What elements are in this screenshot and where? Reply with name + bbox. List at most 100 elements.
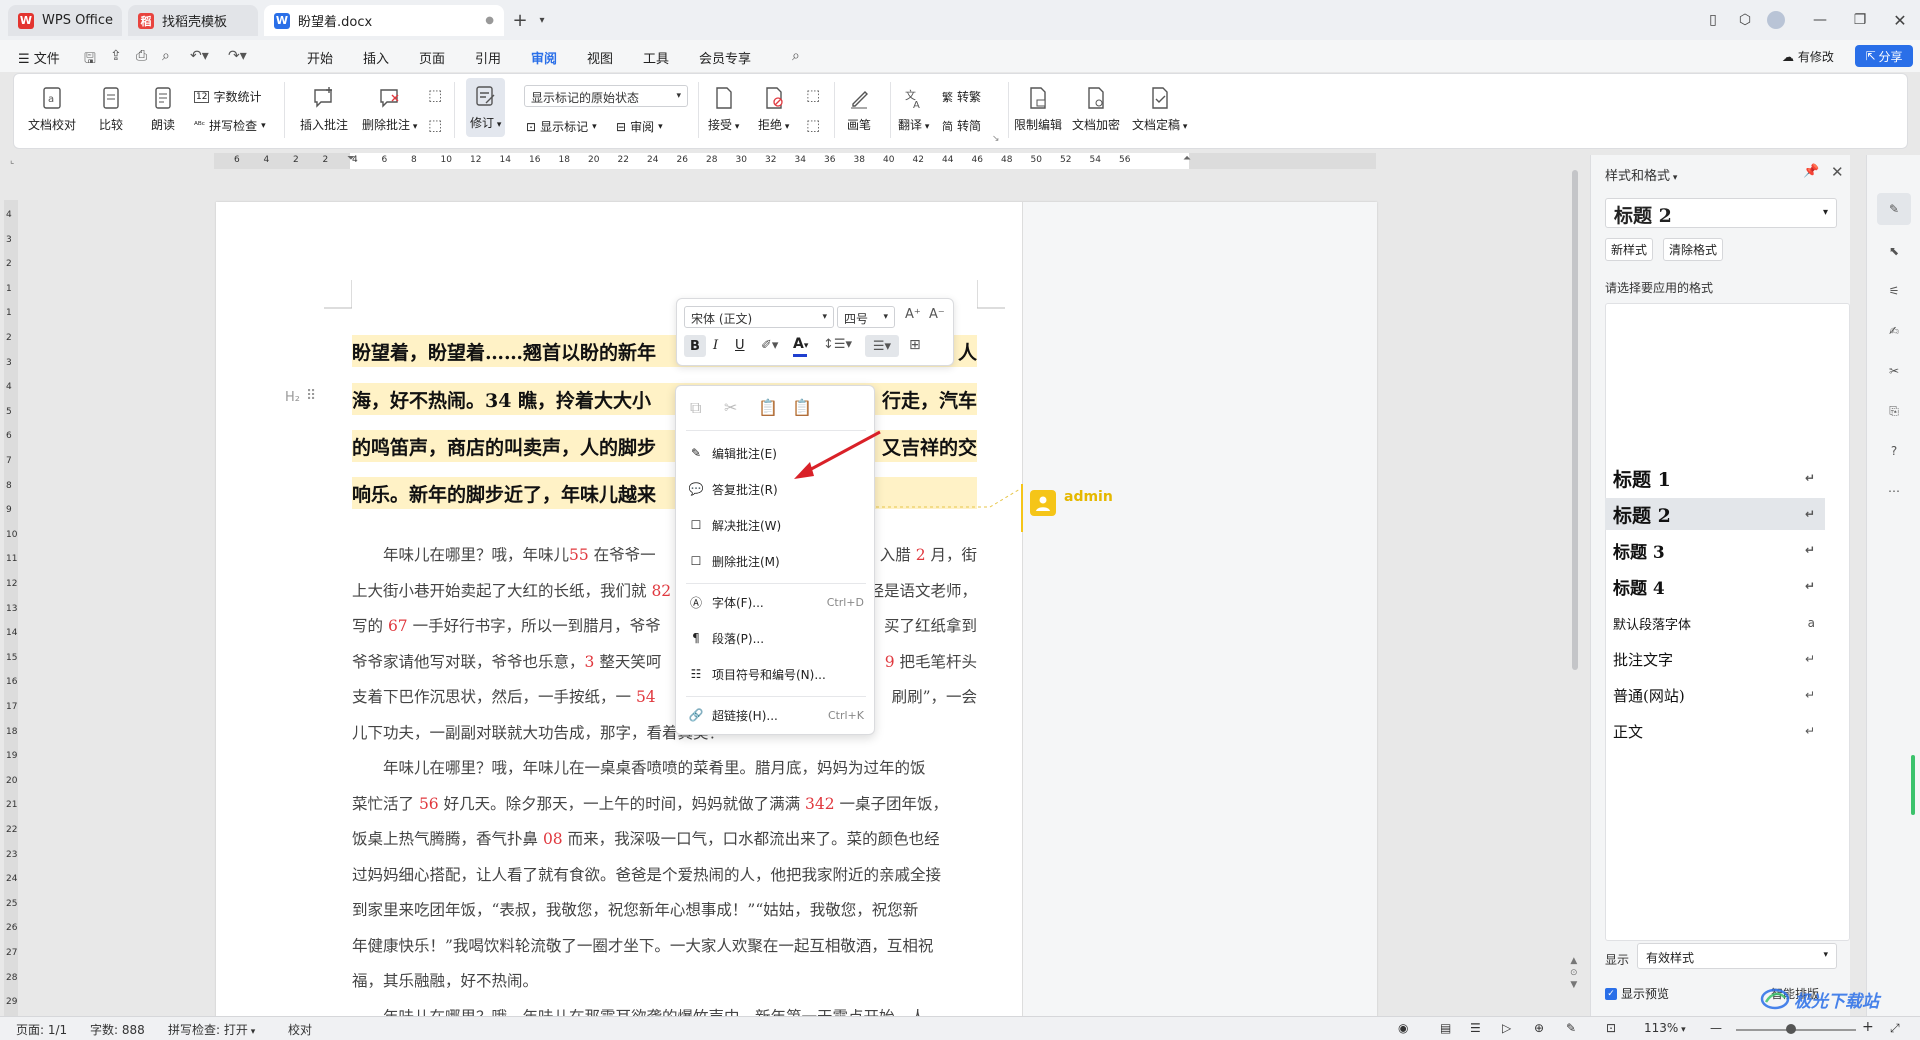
edit-doc-icon[interactable]: ✍	[1884, 321, 1904, 341]
menu-review[interactable]: 审阅	[531, 48, 557, 67]
to-simplified-button[interactable]: 简转简	[942, 117, 981, 134]
tools-icon[interactable]: ✂	[1884, 361, 1904, 381]
read-aloud-button[interactable]: 朗读	[150, 84, 176, 133]
select-cursor-icon[interactable]: ⬉	[1884, 241, 1904, 261]
modified-indicator[interactable]: ☁ 有修改	[1782, 48, 1834, 65]
body-text-line[interactable]: 饭桌上热气腾腾，香气扑鼻 08 而来，我深吸一口气，口水都流出来了。菜的颜色也经	[352, 827, 940, 849]
zoom-slider-thumb[interactable]	[1786, 1024, 1796, 1034]
unsaved-dot-icon[interactable]: ●	[485, 15, 494, 26]
menu-tools[interactable]: 工具	[643, 48, 669, 67]
finalize-button[interactable]: 文档定稿 ▾	[1132, 84, 1187, 133]
print-preview-icon[interactable]: ⌕	[162, 48, 170, 64]
body-text-line[interactable]: 年味儿在哪里？哦，年味儿55 在爷爷一	[352, 543, 656, 565]
style-item[interactable]: 正文 ↵	[1605, 715, 1825, 747]
grow-font-button[interactable]: A⁺	[905, 307, 921, 322]
context-menu-item[interactable]: ☷ 项目符号和编号(N)...	[684, 661, 868, 687]
search-icon[interactable]: ⌕	[792, 48, 800, 64]
print-icon[interactable]: ⎙	[136, 48, 147, 64]
spell-check-status[interactable]: 拼写检查: 打开 ▾	[168, 1021, 255, 1038]
undo-icon[interactable]: ↶▾	[190, 48, 209, 64]
more-icon[interactable]: ⋯	[1884, 481, 1904, 501]
fullscreen-icon[interactable]: ⤢	[1890, 1021, 1900, 1036]
menu-member[interactable]: 会员专享	[699, 48, 751, 67]
doc-check-button[interactable]: a 文档校对	[28, 84, 76, 133]
ruler-corner-icon[interactable]: ⌞	[10, 156, 20, 166]
new-style-button[interactable]: 新样式	[1605, 238, 1654, 261]
layout-icon[interactable]: ▯	[1703, 10, 1723, 30]
menu-file[interactable]: ☰ 文件	[18, 48, 60, 67]
minimize-icon[interactable]: —	[1810, 10, 1830, 30]
next-change-icon[interactable]: ⬚	[806, 116, 820, 134]
comment-author-name[interactable]: admin	[1064, 489, 1113, 505]
heading-line-left[interactable]: 的鸣笛声，商店的叫卖声，人的脚步	[352, 433, 656, 460]
body-text-line-right[interactable]: 9 把毛笔杆头	[885, 650, 977, 672]
body-text-line-right[interactable]: 买了红纸拿到	[884, 614, 977, 636]
tab-document[interactable]: W 盼望着.docx ●	[264, 5, 504, 36]
drag-handle-icon[interactable]: ⠿	[306, 388, 316, 404]
paste-special-icon[interactable]: 📋	[792, 398, 812, 417]
prev-comment-icon[interactable]: ⬚	[428, 86, 442, 104]
restrict-edit-button[interactable]: 限制编辑	[1014, 84, 1062, 133]
translate-button[interactable]: 文A 翻译 ▾	[898, 84, 929, 133]
italic-button[interactable]: I	[713, 338, 718, 353]
next-comment-icon[interactable]: ⬚	[428, 116, 442, 134]
font-size-select[interactable]: 四号 ▾	[837, 306, 895, 328]
show-markup-button[interactable]: ⊡ 显示标记 ▾	[526, 118, 597, 135]
context-menu-item[interactable]: ☐ 解决批注(W)	[684, 512, 868, 538]
dialog-launcher-icon[interactable]: ↘	[992, 134, 1000, 144]
body-text-line[interactable]: 年健康快乐！”我喝饮料轮流敬了一圈才坐下。一大家人欢聚在一起互相敬酒，互相祝	[352, 934, 933, 956]
heading-line-right[interactable]: 人	[958, 338, 977, 365]
underline-button[interactable]: U	[735, 338, 745, 353]
context-menu-item[interactable]: ¶ 段落(P)...	[684, 625, 868, 651]
style-item[interactable]: 标题 1 ↵	[1605, 462, 1825, 494]
body-text-line[interactable]: 菜忙活了 56 好几天。除夕那天，一上午的时间，妈妈就做了满满 342 一桌子团…	[352, 792, 948, 814]
right-indent-marker-icon[interactable]: ⏶	[1183, 153, 1191, 164]
adjust-icon[interactable]: ⚟	[1884, 281, 1904, 301]
body-text-line[interactable]: 爷爷家请他写对联，爷爷也乐意，3 整天笑呵	[352, 650, 661, 672]
highlight-color-icon[interactable]: ✐▾	[761, 338, 778, 353]
context-menu-item[interactable]: 🔗 超链接(H)... Ctrl+K	[684, 702, 868, 728]
share-button[interactable]: ⇱ 分享	[1855, 45, 1913, 67]
body-text-line[interactable]: 支着下巴作沉思状，然后，一手按纸，一 54	[352, 685, 656, 707]
insert-comment-button[interactable]: 插入批注	[300, 84, 348, 133]
format-painter-icon[interactable]: ⊞	[909, 337, 921, 353]
compare-button[interactable]: 比较	[98, 84, 124, 133]
font-color-button[interactable]: A▾	[793, 336, 808, 352]
web-view-icon[interactable]: ⊕	[1534, 1021, 1544, 1035]
body-text-line[interactable]: 写的 67 一手好行书字，所以一到腊月，爷爷	[352, 614, 661, 636]
pen-mode-icon[interactable]: ✎	[1566, 1021, 1576, 1035]
comment-author-avatar[interactable]	[1030, 490, 1056, 516]
body-text-line[interactable]: 过妈妈细心搭配，让人看了就有食欲。爸爸是个爱热闹的人，他把我家附近的亲戚全接	[352, 863, 941, 885]
cut-icon[interactable]: ✂	[724, 398, 737, 417]
heading-line-left[interactable]: 海，好不热闹。34 瞧，拎着大大小	[352, 386, 651, 413]
align-icon[interactable]: ☰▾	[865, 335, 899, 357]
word-count-status[interactable]: 字数: 888	[90, 1021, 145, 1038]
page-count[interactable]: 页面: 1/1	[16, 1021, 67, 1038]
tab-list-chevron-icon[interactable]: ▾	[532, 10, 552, 30]
display-mode-select[interactable]: 显示标记的原始状态 ▾	[524, 85, 688, 107]
menu-reference[interactable]: 引用	[475, 48, 501, 67]
style-item[interactable]: 标题 4 ↵	[1605, 570, 1825, 602]
context-menu-item[interactable]: ☐ 删除批注(M)	[684, 548, 868, 574]
zoom-in-icon[interactable]: +	[1862, 1019, 1874, 1035]
word-count-button[interactable]: 12 字数统计	[194, 88, 261, 105]
eye-protect-icon[interactable]: ◉	[1398, 1021, 1408, 1035]
clear-format-button[interactable]: 清除格式	[1663, 238, 1724, 261]
style-item[interactable]: 普通(网站) ↵	[1605, 679, 1825, 711]
show-preview-checkbox[interactable]: ✓ 显示预览	[1605, 985, 1669, 1002]
zoom-level[interactable]: 113% ▾	[1644, 1021, 1686, 1035]
to-traditional-button[interactable]: 繁转繁	[942, 88, 981, 105]
style-pen-icon[interactable]: ✎	[1884, 199, 1904, 219]
style-item[interactable]: 标题 2 ↵	[1605, 498, 1825, 530]
body-text-line-right[interactable]: 经是语文老师，	[868, 579, 977, 601]
new-tab-plus-icon[interactable]: +	[510, 10, 530, 31]
zoom-slider[interactable]	[1736, 1029, 1856, 1031]
style-item[interactable]: 默认段落字体 a	[1605, 607, 1825, 639]
book-icon[interactable]: ⎘	[1884, 401, 1904, 421]
prev-change-icon[interactable]: ⬚	[806, 86, 820, 104]
font-family-select[interactable]: 宋体 (正文) ▾	[684, 306, 834, 328]
reject-button[interactable]: 拒绝 ▾	[758, 84, 789, 133]
menu-start[interactable]: 开始	[307, 48, 333, 67]
bold-button[interactable]: B	[684, 335, 706, 357]
menu-page[interactable]: 页面	[419, 48, 445, 67]
